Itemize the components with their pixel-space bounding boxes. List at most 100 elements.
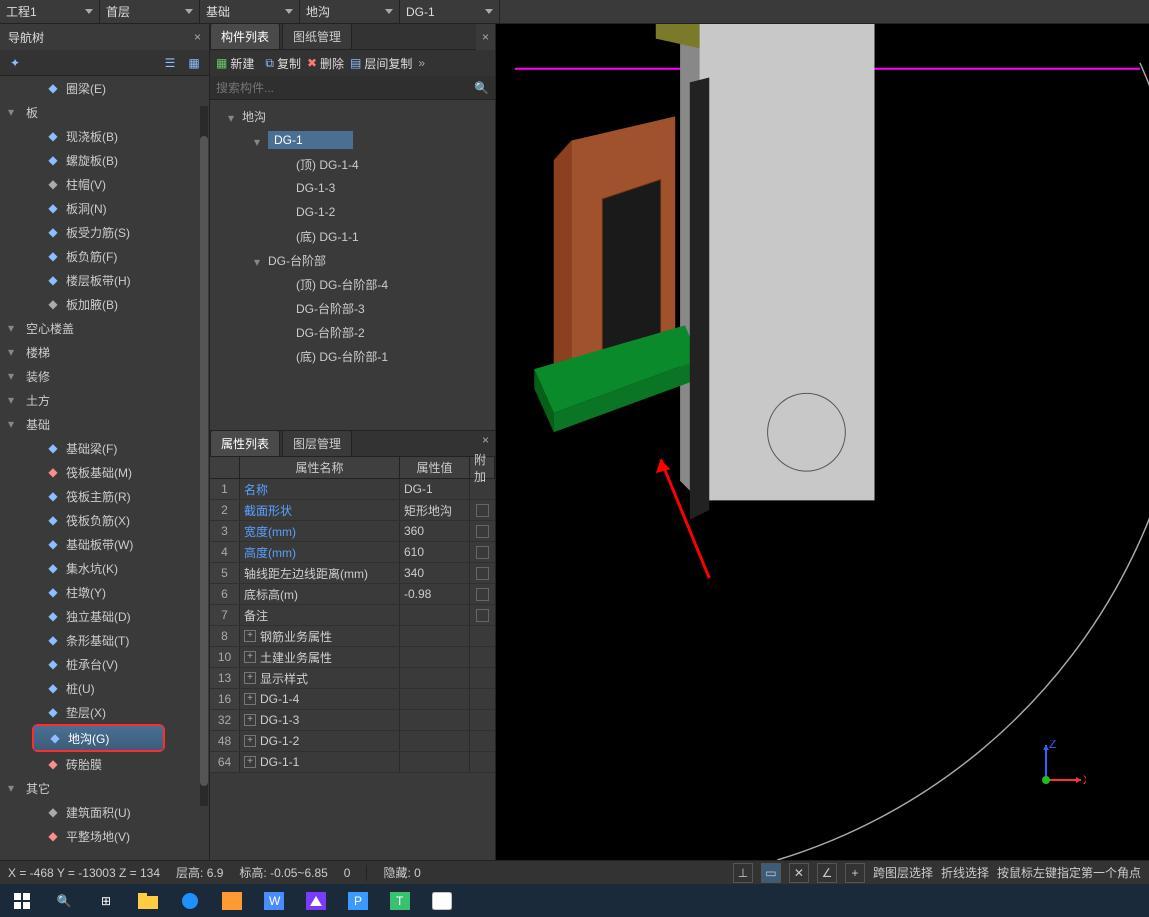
- close-icon[interactable]: ×: [194, 30, 201, 44]
- app3-icon[interactable]: [302, 890, 330, 912]
- nav-item[interactable]: ◆螺旋板(B): [0, 148, 209, 172]
- tree-item[interactable]: (底) DG-台阶部-1: [210, 344, 495, 368]
- explorer-icon[interactable]: [134, 890, 162, 912]
- tree-item[interactable]: (底) DG-1-1: [210, 224, 495, 248]
- app2-icon[interactable]: W: [260, 890, 288, 912]
- status-btn-5[interactable]: +: [845, 863, 865, 883]
- combo-instance[interactable]: DG-1: [400, 0, 500, 23]
- search-task-icon[interactable]: 🔍: [50, 890, 78, 912]
- tree-item[interactable]: DG-台阶部-3: [210, 296, 495, 320]
- nav-item[interactable]: ◆板负筋(F): [0, 244, 209, 268]
- tree-item[interactable]: ▾DG-1: [210, 128, 495, 152]
- checkbox[interactable]: [476, 588, 489, 601]
- nav-item[interactable]: ◆楼层板带(H): [0, 268, 209, 292]
- nav-item[interactable]: ◆筏板主筋(R): [0, 484, 209, 508]
- new-button[interactable]: ▦新建: [216, 55, 259, 72]
- nav-item[interactable]: ◆筏板基础(M): [0, 460, 209, 484]
- view-list-icon[interactable]: ☰: [161, 54, 179, 72]
- nav-item[interactable]: ◆独立基础(D): [0, 604, 209, 628]
- combo-project[interactable]: 工程1: [0, 0, 100, 23]
- app4-icon[interactable]: P: [344, 890, 372, 912]
- nav-item[interactable]: ◆基础梁(F): [0, 436, 209, 460]
- floor-copy-button[interactable]: ▤层间复制: [350, 55, 412, 72]
- tab-properties[interactable]: 属性列表: [210, 430, 280, 456]
- nav-item[interactable]: ▾空心楼盖: [0, 316, 209, 340]
- nav-item[interactable]: ◆平整场地(V): [0, 824, 209, 848]
- nav-item[interactable]: ◆柱帽(V): [0, 172, 209, 196]
- combo-floor[interactable]: 首层: [100, 0, 200, 23]
- nav-item[interactable]: ▾土方: [0, 388, 209, 412]
- tab-layer-manage[interactable]: 图层管理: [282, 430, 352, 456]
- app1-icon[interactable]: [218, 890, 246, 912]
- nav-item[interactable]: ◆地沟(G): [34, 726, 163, 750]
- status-btn-4[interactable]: ∠: [817, 863, 837, 883]
- tree-item[interactable]: ▾地沟: [210, 104, 495, 128]
- nav-item[interactable]: ◆垫层(X): [0, 700, 209, 724]
- taskbar[interactable]: 🔍 ⊞ W P T: [0, 884, 1149, 917]
- tab-drawing-manage[interactable]: 图纸管理: [282, 23, 352, 49]
- nav-item[interactable]: ◆圈梁(E): [0, 76, 209, 100]
- property-row[interactable]: 1名称DG-1: [210, 479, 495, 500]
- property-row[interactable]: 64+DG-1-1: [210, 752, 495, 773]
- tree-item[interactable]: DG-台阶部-2: [210, 320, 495, 344]
- component-tree[interactable]: ▾地沟▾DG-1(顶) DG-1-4DG-1-3DG-1-2(底) DG-1-1…: [210, 100, 495, 430]
- expand-icon[interactable]: +: [244, 756, 256, 768]
- combo-category[interactable]: 基础: [200, 0, 300, 23]
- nav-item[interactable]: ◆筏板负筋(X): [0, 508, 209, 532]
- tree-item[interactable]: (顶) DG-台阶部-4: [210, 272, 495, 296]
- view-grid-icon[interactable]: ▦: [185, 54, 203, 72]
- tree-item[interactable]: DG-1-2: [210, 200, 495, 224]
- property-grid[interactable]: 1名称DG-12截面形状矩形地沟3宽度(mm)3604高度(mm)6105轴线距…: [210, 479, 495, 860]
- nav-item[interactable]: ◆桩承台(V): [0, 652, 209, 676]
- property-row[interactable]: 3宽度(mm)360: [210, 521, 495, 542]
- expand-icon[interactable]: +: [244, 714, 256, 726]
- cross-layer-select[interactable]: 跨图层选择: [873, 864, 933, 881]
- checkbox[interactable]: [476, 504, 489, 517]
- expand-icon[interactable]: +: [244, 735, 256, 747]
- nav-item[interactable]: ◆板受力筋(S): [0, 220, 209, 244]
- app5-icon[interactable]: T: [386, 890, 414, 912]
- nav-item[interactable]: ◆砖胎膜: [0, 752, 209, 776]
- property-row[interactable]: 32+DG-1-3: [210, 710, 495, 731]
- close-icon[interactable]: ×: [476, 26, 495, 48]
- tree-item[interactable]: ▾DG-台阶部: [210, 248, 495, 272]
- combo-type[interactable]: 地沟: [300, 0, 400, 23]
- expand-icon[interactable]: +: [244, 651, 256, 663]
- status-btn-3[interactable]: ✕: [789, 863, 809, 883]
- nav-tree[interactable]: ◆圈梁(E)▾板◆现浇板(B)◆螺旋板(B)◆柱帽(V)◆板洞(N)◆板受力筋(…: [0, 76, 209, 860]
- property-row[interactable]: 7备注: [210, 605, 495, 626]
- property-row[interactable]: 8+钢筋业务属性: [210, 626, 495, 647]
- property-row[interactable]: 5轴线距左边线距离(mm)340: [210, 563, 495, 584]
- app6-icon[interactable]: [428, 890, 456, 912]
- property-row[interactable]: 10+土建业务属性: [210, 647, 495, 668]
- expand-icon[interactable]: +: [244, 672, 256, 684]
- search-box[interactable]: 🔍: [210, 76, 495, 100]
- nav-tool-icon[interactable]: ✦: [6, 54, 24, 72]
- property-row[interactable]: 6底标高(m)-0.98: [210, 584, 495, 605]
- tree-item[interactable]: DG-1-3: [210, 176, 495, 200]
- copy-button[interactable]: ⧉复制: [265, 55, 301, 72]
- nav-item[interactable]: ◆现浇板(B): [0, 124, 209, 148]
- tab-component-list[interactable]: 构件列表: [210, 23, 280, 49]
- nav-item[interactable]: ◆桩(U): [0, 676, 209, 700]
- property-row[interactable]: 13+显示样式: [210, 668, 495, 689]
- nav-item[interactable]: ◆条形基础(T): [0, 628, 209, 652]
- property-row[interactable]: 16+DG-1-4: [210, 689, 495, 710]
- nav-item[interactable]: ◆板洞(N): [0, 196, 209, 220]
- nav-item[interactable]: ◆基础板带(W): [0, 532, 209, 556]
- delete-button[interactable]: ✖删除: [307, 55, 344, 72]
- 3d-viewport[interactable]: X Z: [496, 24, 1149, 860]
- status-btn-2[interactable]: ▭: [761, 863, 781, 883]
- checkbox[interactable]: [476, 546, 489, 559]
- nav-item[interactable]: ◆板加腋(B): [0, 292, 209, 316]
- search-input[interactable]: [216, 81, 474, 95]
- tree-item[interactable]: (顶) DG-1-4: [210, 152, 495, 176]
- expand-icon[interactable]: +: [244, 630, 256, 642]
- checkbox[interactable]: [476, 609, 489, 622]
- search-icon[interactable]: 🔍: [474, 81, 489, 95]
- status-btn-1[interactable]: ⊥: [733, 863, 753, 883]
- property-row[interactable]: 2截面形状矩形地沟: [210, 500, 495, 521]
- more-icon[interactable]: »: [418, 56, 425, 70]
- nav-item[interactable]: ▾板: [0, 100, 209, 124]
- nav-item[interactable]: ▾其它: [0, 776, 209, 800]
